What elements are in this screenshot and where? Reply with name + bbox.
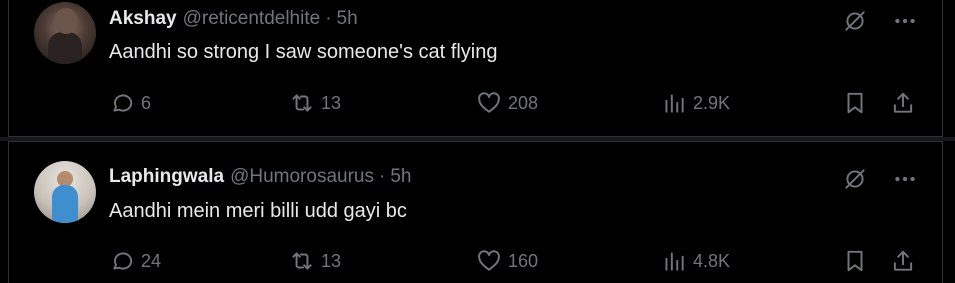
retweet-button[interactable]: 13 — [289, 90, 341, 116]
tweet[interactable]: Laphingwala @Humorosaurus · 5h Aandhi me… — [8, 141, 943, 283]
timestamp[interactable]: 5h — [337, 8, 358, 30]
avatar-figure — [48, 32, 82, 64]
tweet-feed: Akshay @reticentdelhite · 5h Aandhi so s… — [0, 0, 955, 283]
like-button[interactable]: 208 — [476, 90, 538, 116]
avatar[interactable] — [34, 161, 96, 223]
like-count: 160 — [508, 250, 539, 271]
heart-icon — [478, 250, 500, 271]
tweet-top-actions — [842, 166, 918, 192]
views-button[interactable]: 4.8K — [661, 248, 730, 274]
tweet-text: Aandhi so strong I saw someone's cat fly… — [109, 41, 498, 63]
separator: · — [378, 166, 386, 187]
more-icon[interactable] — [892, 8, 918, 34]
tweet[interactable]: Akshay @reticentdelhite · 5h Aandhi so s… — [8, 0, 943, 137]
reply-icon — [113, 252, 133, 270]
retweet-icon — [292, 252, 312, 270]
tweet-text: Aandhi mein meri billi udd gayi bc — [109, 200, 407, 222]
reply-button[interactable]: 24 — [109, 248, 161, 274]
tweet-header: Laphingwala @Humorosaurus · 5h — [109, 166, 411, 190]
heart-icon — [478, 92, 500, 113]
views-icon — [665, 94, 684, 113]
reply-button[interactable]: 6 — [109, 90, 151, 116]
user-handle[interactable]: @Humorosaurus — [230, 166, 374, 188]
views-count: 2.9K — [693, 92, 731, 113]
separator: · — [325, 8, 332, 29]
tweet-actions: 6 13 208 2.9K — [109, 90, 924, 118]
views-button[interactable]: 2.9K — [661, 90, 730, 116]
bookmark-button[interactable] — [842, 248, 868, 274]
avatar-figure — [52, 185, 78, 223]
bookmark-icon — [847, 250, 863, 272]
avatar[interactable] — [34, 2, 96, 64]
tweet-top-actions — [842, 8, 918, 34]
retweet-count: 13 — [321, 92, 342, 113]
reply-icon — [113, 94, 133, 112]
like-button[interactable]: 160 — [476, 248, 538, 274]
grok-icon[interactable] — [842, 166, 868, 192]
avatar-face — [54, 8, 78, 34]
timestamp[interactable]: 5h — [390, 166, 411, 188]
user-handle[interactable]: @reticentdelhite — [183, 8, 321, 30]
share-button[interactable] — [890, 90, 916, 116]
reply-count: 6 — [141, 92, 152, 113]
display-name[interactable]: Akshay — [109, 8, 177, 30]
display-name[interactable]: Laphingwala — [109, 166, 224, 188]
bookmark-icon — [847, 92, 863, 114]
share-icon — [893, 250, 913, 271]
views-icon — [665, 252, 684, 271]
tweet-header: Akshay @reticentdelhite · 5h — [109, 8, 358, 32]
retweet-count: 13 — [321, 250, 342, 271]
tweet-actions: 24 13 160 4.8K — [109, 248, 924, 276]
share-icon — [893, 92, 913, 113]
bookmark-button[interactable] — [842, 90, 868, 116]
share-button[interactable] — [890, 248, 916, 274]
retweet-button[interactable]: 13 — [289, 248, 341, 274]
retweet-icon — [292, 94, 312, 112]
like-count: 208 — [508, 92, 539, 113]
reply-count: 24 — [141, 250, 162, 271]
views-count: 4.8K — [693, 250, 731, 271]
grok-icon[interactable] — [842, 8, 868, 34]
more-icon[interactable] — [892, 166, 918, 192]
